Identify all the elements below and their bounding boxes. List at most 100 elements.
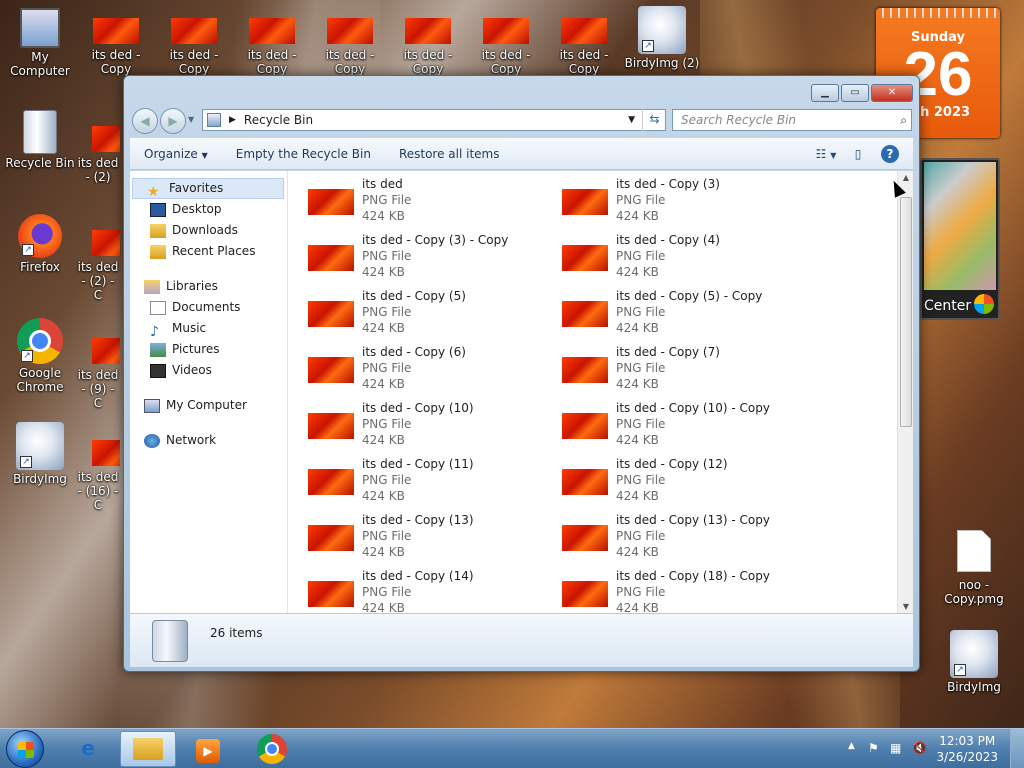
- bird-image-icon: ↗: [638, 6, 686, 54]
- sidebar-item-documents[interactable]: Documents: [130, 297, 287, 318]
- png-thumbnail-icon: [562, 525, 608, 551]
- search-input[interactable]: Search Recycle Bin ⌕: [672, 109, 912, 131]
- vertical-scrollbar[interactable]: ▲ ▼: [897, 171, 913, 613]
- sidebar-item-label: Music: [172, 321, 207, 335]
- desktop-icon-png[interactable]: its ded - (9) - C: [76, 328, 120, 410]
- start-button[interactable]: [6, 730, 44, 768]
- show-hidden-icons-icon[interactable]: ▲: [848, 741, 855, 751]
- desktop-icon-birdyimg-2[interactable]: ↗ BirdyImg (2): [622, 6, 702, 70]
- file-item[interactable]: its ded - Copy (4) PNG File 424 KB: [554, 233, 804, 285]
- maximize-button[interactable]: ▭: [841, 84, 869, 102]
- desktop-icon-png[interactable]: its ded - Copy: [232, 6, 312, 76]
- desktop-icon-noo-copy[interactable]: noo - Copy.pmg: [934, 530, 1014, 606]
- back-button[interactable]: ◀: [132, 108, 158, 134]
- refresh-icon[interactable]: ⇆: [642, 109, 666, 131]
- sidebar-item-network[interactable]: Network: [130, 430, 287, 451]
- close-button[interactable]: ✕: [871, 84, 913, 102]
- change-view-icon[interactable]: ☷ ▼: [813, 144, 839, 166]
- file-item[interactable]: its ded - Copy (5) - Copy PNG File 424 KB: [554, 289, 804, 341]
- sidebar-item-my-computer[interactable]: My Computer: [130, 395, 287, 416]
- chrome-taskbar-button[interactable]: [244, 731, 300, 767]
- desktop-icon-google-chrome[interactable]: ↗ Google Chrome: [0, 318, 80, 394]
- address-bar[interactable]: ▶ Recycle Bin ▼: [202, 109, 666, 131]
- breadcrumb-arrow-icon[interactable]: ▶: [229, 115, 236, 125]
- file-item[interactable]: its ded - Copy (3) - Copy PNG File 424 KB: [300, 233, 550, 285]
- desktop-icon-png[interactable]: its ded - Copy: [310, 6, 390, 76]
- forward-button[interactable]: ▶: [160, 108, 186, 134]
- png-thumbnail-icon: [249, 18, 295, 44]
- sidebar-item-libraries[interactable]: Libraries: [130, 276, 287, 297]
- network-status-icon[interactable]: ▦: [890, 741, 901, 755]
- scrollbar-thumb[interactable]: [900, 197, 912, 427]
- show-desktop-button[interactable]: [1010, 729, 1024, 768]
- desktop-icon-png[interactable]: its ded - Copy: [154, 6, 234, 76]
- desktop-icon-firefox[interactable]: ↗ Firefox: [0, 214, 80, 274]
- desktop-icon-png[interactable]: its ded - (2) - C: [76, 220, 120, 302]
- png-thumbnail-icon: [562, 469, 608, 495]
- search-icon[interactable]: ⌕: [900, 110, 907, 130]
- desktop-icon-png[interactable]: its ded - Copy: [388, 6, 468, 76]
- sidebar-item-desktop[interactable]: Desktop: [130, 199, 287, 220]
- file-size: 424 KB: [362, 433, 405, 447]
- navigation-bar: ◀ ▶ ▼ ▶ Recycle Bin ▼ ⇆ Search Recycle B…: [132, 106, 913, 134]
- internet-explorer-taskbar-button[interactable]: e: [60, 731, 116, 767]
- recycle-bin-window[interactable]: ▁ ▭ ✕ ◀ ▶ ▼ ▶ Recycle Bin ▼ ⇆ Search Rec…: [123, 75, 920, 672]
- file-item[interactable]: its ded - Copy (5) PNG File 424 KB: [300, 289, 550, 341]
- desktop-icon-recycle-bin[interactable]: Recycle Bin: [0, 110, 80, 170]
- png-thumbnail-icon: [308, 301, 354, 327]
- minimize-button[interactable]: ▁: [811, 84, 839, 102]
- action-center-icon[interactable]: ⚑: [868, 741, 879, 755]
- volume-muted-icon[interactable]: 🔇: [912, 741, 927, 755]
- desktop-icon-label: Google Chrome: [16, 366, 64, 394]
- media-player-taskbar-button[interactable]: ▶: [180, 731, 236, 767]
- desktop-icon-png[interactable]: its ded - Copy: [544, 6, 624, 76]
- system-clock[interactable]: 12:03 PM 3/26/2023: [936, 733, 998, 765]
- sidebar-item-favorites[interactable]: ★ Favorites: [132, 178, 284, 200]
- file-type: PNG File: [616, 529, 666, 543]
- media-center-gadget[interactable]: Center: [920, 158, 1000, 320]
- sidebar-item-music[interactable]: ♪ Music: [130, 318, 287, 340]
- file-item[interactable]: its ded - Copy (12) PNG File 424 KB: [554, 457, 804, 509]
- desktop-icon-birdyimg[interactable]: ↗ BirdyImg: [934, 630, 1014, 694]
- file-item[interactable]: its ded PNG File 424 KB: [300, 177, 550, 229]
- file-size: 424 KB: [616, 377, 659, 391]
- media-center-label: Center: [924, 298, 972, 314]
- computer-group: My Computer: [130, 395, 287, 416]
- file-item[interactable]: its ded - Copy (7) PNG File 424 KB: [554, 345, 804, 397]
- sidebar-item-pictures[interactable]: Pictures: [130, 339, 287, 360]
- desktop-icon-png[interactable]: its ded - Copy: [466, 6, 546, 76]
- desktop-icon-png[interactable]: its ded - Copy: [76, 6, 156, 76]
- file-item[interactable]: its ded - Copy (10) - Copy PNG File 424 KB: [554, 401, 804, 453]
- organize-button[interactable]: Organize ▼: [130, 147, 222, 161]
- sidebar-item-videos[interactable]: Videos: [130, 360, 287, 381]
- file-item[interactable]: its ded - Copy (11) PNG File 424 KB: [300, 457, 550, 509]
- file-item[interactable]: its ded - Copy (13) PNG File 424 KB: [300, 513, 550, 565]
- file-item[interactable]: its ded - Copy (14) PNG File 424 KB: [300, 569, 550, 613]
- file-size: 424 KB: [616, 489, 659, 503]
- preview-pane-icon[interactable]: ▯: [845, 144, 871, 166]
- explorer-taskbar-button[interactable]: [120, 731, 176, 767]
- desktop-icon-my-computer[interactable]: My Computer: [0, 6, 80, 78]
- file-item[interactable]: its ded - Copy (3) PNG File 424 KB: [554, 177, 804, 229]
- content-area: ★ Favorites Desktop Downloads Recent Plac…: [130, 171, 913, 613]
- desktop-icon-birdyimg[interactable]: ↗ BirdyImg: [0, 422, 80, 486]
- item-count: 26 items: [210, 626, 263, 640]
- restore-all-items-button[interactable]: Restore all items: [385, 147, 514, 161]
- file-item[interactable]: its ded - Copy (18) - Copy PNG File 424 KB: [554, 569, 804, 613]
- scroll-down-icon[interactable]: ▼: [898, 602, 914, 611]
- windows-logo-icon: [18, 742, 34, 758]
- desktop-icon-png[interactable]: its ded - (16) - C: [76, 430, 120, 512]
- file-item[interactable]: its ded - Copy (10) PNG File 424 KB: [300, 401, 550, 453]
- empty-recycle-bin-button[interactable]: Empty the Recycle Bin: [222, 147, 385, 161]
- address-dropdown-icon[interactable]: ▼: [628, 115, 635, 125]
- file-item[interactable]: its ded - Copy (6) PNG File 424 KB: [300, 345, 550, 397]
- help-icon[interactable]: ?: [877, 144, 903, 166]
- file-type: PNG File: [616, 473, 666, 487]
- recent-pages-dropdown-icon[interactable]: ▼: [188, 115, 194, 124]
- desktop-icon-png[interactable]: its ded - (2): [76, 116, 120, 184]
- sidebar-item-downloads[interactable]: Downloads: [130, 220, 287, 241]
- png-thumbnail-icon: [92, 126, 120, 152]
- sidebar-item-recent-places[interactable]: Recent Places: [130, 241, 287, 262]
- file-item[interactable]: its ded - Copy (13) - Copy PNG File 424 KB: [554, 513, 804, 565]
- file-size: 424 KB: [362, 601, 405, 613]
